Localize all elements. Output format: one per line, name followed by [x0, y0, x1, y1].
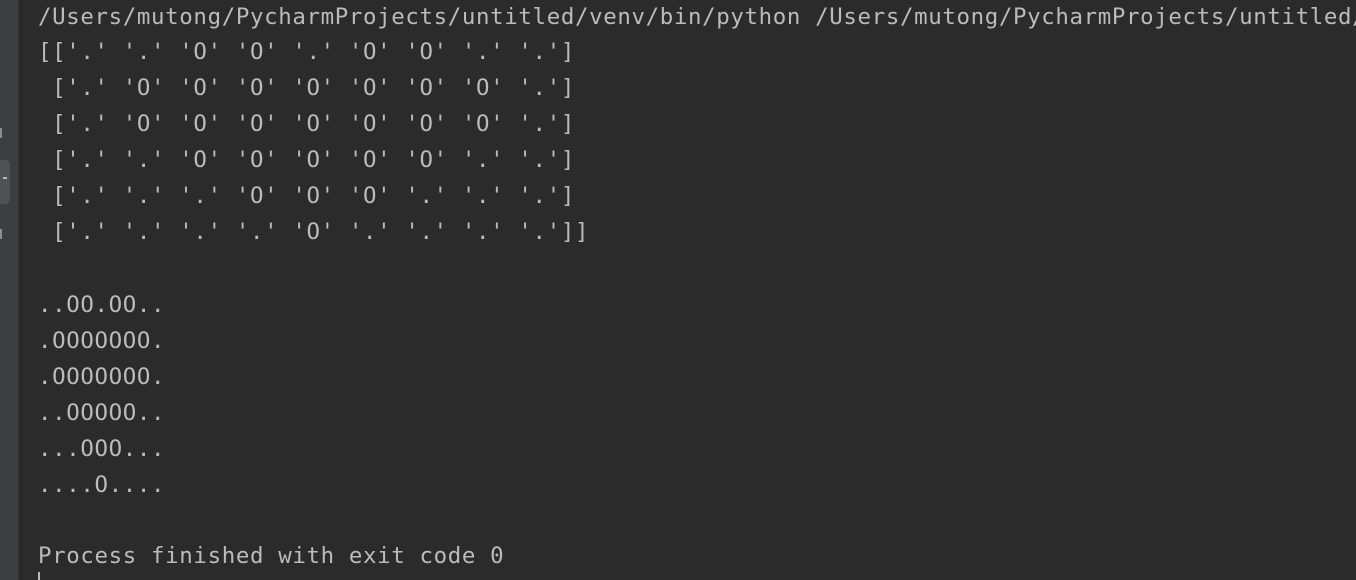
grid-output-line: ...OOO... [38, 436, 166, 462]
array-output-line: ['.' '.' '.' 'O' 'O' 'O' '.' '.' '.'] [38, 183, 575, 209]
array-output-line: ['.' 'O' 'O' 'O' 'O' 'O' 'O' 'O' '.'] [38, 111, 575, 137]
array-output-line: ['.' '.' '.' '.' 'O' '.' '.' '.' '.']] [38, 219, 590, 245]
gutter-marker [0, 229, 2, 239]
tool-window-gutter [0, 0, 19, 580]
process-exit-message: Process finished with exit code 0 [38, 543, 505, 569]
text-caret [38, 572, 40, 580]
grid-output-line: ..OOOOO.. [38, 400, 166, 426]
array-output-line: ['.' '.' 'O' 'O' 'O' 'O' 'O' '.' '.'] [38, 147, 575, 173]
grid-output-line: .OOOOOOO. [38, 328, 166, 354]
array-output-line: ['.' 'O' 'O' 'O' 'O' 'O' 'O' 'O' '.'] [38, 75, 575, 101]
grid-output-line: .OOOOOOO. [38, 364, 166, 390]
grid-output-line: ....O.... [38, 472, 166, 498]
gutter-selected-tab[interactable] [0, 160, 10, 204]
gutter-marker [3, 177, 7, 179]
run-console-window: /Users/mutong/PycharmProjects/untitled/v… [0, 0, 1356, 580]
gutter-marker [0, 128, 2, 138]
command-line: /Users/mutong/PycharmProjects/untitled/v… [38, 4, 1356, 30]
console-output[interactable]: /Users/mutong/PycharmProjects/untitled/v… [38, 0, 1356, 580]
grid-output-line: ..OO.OO.. [38, 292, 166, 318]
array-output-line: [['.' '.' 'O' 'O' '.' 'O' 'O' '.' '.'] [38, 39, 575, 65]
